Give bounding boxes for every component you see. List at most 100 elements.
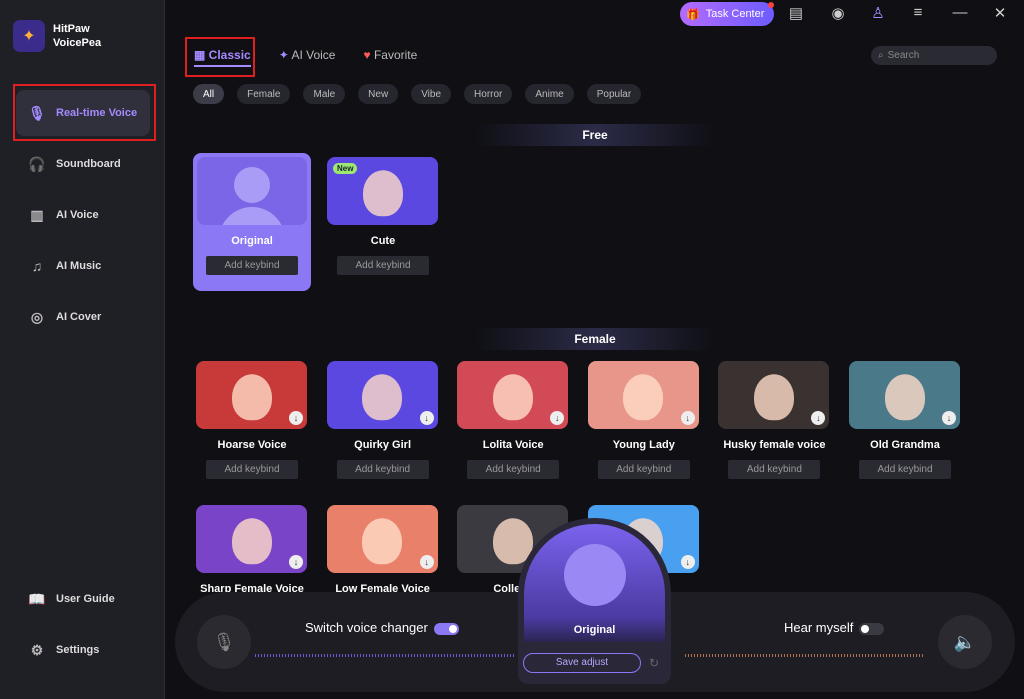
voice-card-cute[interactable]: New Cute Add keybind bbox=[327, 157, 439, 275]
guide-icon[interactable]: ▤ bbox=[786, 4, 806, 22]
mic-button[interactable]: 🎙 bbox=[197, 615, 251, 669]
speaker-button[interactable]: 🔈 bbox=[938, 615, 992, 669]
tab-label: AI Voice bbox=[291, 48, 336, 62]
app-name-2: VoicePea bbox=[53, 37, 102, 49]
add-keybind-button[interactable]: Add keybind bbox=[206, 256, 298, 275]
voice-thumb: ↓ bbox=[849, 361, 960, 429]
voice-card[interactable]: ↓ Young Lady Add keybind bbox=[587, 361, 700, 479]
voice-card[interactable]: ↓ Lolita Voice Add keybind bbox=[457, 361, 569, 479]
discord-icon[interactable]: ◉ bbox=[828, 4, 848, 22]
search-input[interactable]: ⌕ Search bbox=[871, 46, 997, 65]
download-icon[interactable]: ↓ bbox=[419, 555, 434, 569]
sidebar-item-ai-cover[interactable]: ◎ AI Cover bbox=[16, 294, 150, 340]
tab-favorite[interactable]: ♥ Favorite bbox=[363, 48, 417, 67]
switch-voice-changer: Switch voice changer bbox=[305, 620, 459, 635]
filter-chip[interactable]: Vibe bbox=[411, 84, 452, 104]
voice-card-original[interactable]: Original Add keybind bbox=[193, 153, 311, 291]
sidebar-item-ai-music[interactable]: ♫ AI Music bbox=[16, 243, 150, 289]
voice-card[interactable]: ↓ Husky female voice Add keybind bbox=[718, 361, 830, 479]
highlight-box bbox=[185, 37, 255, 77]
app-name: HitPaw bbox=[53, 23, 90, 35]
search-placeholder: Search bbox=[887, 50, 920, 61]
section-female: Female bbox=[475, 328, 715, 350]
filter-chip[interactable]: Female bbox=[237, 84, 291, 104]
download-icon[interactable]: ↓ bbox=[419, 411, 434, 425]
voice-name: Young Lady bbox=[612, 439, 675, 451]
reset-icon[interactable]: ↻ bbox=[649, 656, 659, 670]
menu-icon[interactable]: ≡ bbox=[908, 4, 928, 21]
voice-name: Original bbox=[231, 235, 273, 247]
add-keybind-button[interactable]: Add keybind bbox=[859, 460, 951, 479]
task-center-button[interactable]: 🎁 Task Center bbox=[680, 2, 774, 26]
sidebar-item-settings[interactable]: ⚙ Settings bbox=[16, 627, 150, 673]
highlight-box bbox=[13, 84, 156, 141]
add-keybind-button[interactable]: Add keybind bbox=[597, 460, 690, 479]
voice-name: Hoarse Voice bbox=[217, 439, 287, 451]
current-voice-panel: Original Save adjust ↻ bbox=[518, 518, 671, 684]
filter-chip[interactable]: Male bbox=[303, 84, 346, 104]
voice-name: Quirky Girl bbox=[354, 439, 412, 451]
download-icon[interactable]: ↓ bbox=[942, 411, 956, 425]
hear-label: Hear myself bbox=[784, 620, 854, 635]
add-keybind-button[interactable]: Add keybind bbox=[337, 256, 429, 275]
filter-chip[interactable]: Popular bbox=[586, 84, 642, 104]
download-icon[interactable]: ↓ bbox=[289, 411, 303, 425]
download-icon[interactable]: ↓ bbox=[550, 411, 565, 425]
ai-voice-icon: ▥ bbox=[30, 206, 44, 223]
headphones-icon: 🎧 bbox=[28, 155, 46, 172]
voice-card[interactable]: ↓ Hoarse Voice Add keybind bbox=[196, 361, 308, 479]
voice-name: Old Grandma bbox=[870, 439, 940, 451]
tab-label: Favorite bbox=[373, 48, 418, 62]
label: User Guide bbox=[56, 593, 115, 605]
minimize-icon[interactable]: — bbox=[950, 4, 970, 21]
download-icon[interactable]: ↓ bbox=[680, 411, 695, 425]
add-keybind-button[interactable]: Add keybind bbox=[728, 460, 821, 479]
sidebar-item-user-guide[interactable]: 📖 User Guide bbox=[16, 576, 150, 622]
voice-thumb: ↓ bbox=[326, 505, 438, 573]
add-keybind-button[interactable]: Add keybind bbox=[336, 460, 429, 479]
voice-thumb: ↓ bbox=[326, 361, 438, 429]
save-adjust-button[interactable]: Save adjust bbox=[523, 653, 641, 673]
label: Soundboard bbox=[56, 158, 121, 170]
current-voice-name: Original bbox=[573, 624, 616, 636]
app-logo: ✦ HitPaw VoicePea bbox=[13, 20, 101, 52]
label: AI Music bbox=[56, 260, 102, 272]
close-icon[interactable]: ✕ bbox=[990, 4, 1010, 22]
voice-thumb: ↓ bbox=[587, 361, 699, 429]
notification-dot bbox=[768, 2, 774, 8]
user-icon[interactable]: ♙ bbox=[868, 4, 888, 22]
voice-thumb: ↓ bbox=[196, 505, 307, 573]
voice-name: Husky female voice bbox=[723, 439, 826, 451]
gear-icon: ⚙ bbox=[30, 641, 44, 658]
voice-thumb: ↓ bbox=[196, 361, 307, 429]
voice-card[interactable]: ↓ Old Grandma Add keybind bbox=[849, 361, 961, 479]
original-thumb bbox=[197, 157, 307, 225]
cute-thumb: New bbox=[327, 157, 438, 225]
switch-voice-changer-toggle[interactable] bbox=[433, 622, 459, 635]
download-icon[interactable]: ↓ bbox=[811, 411, 826, 425]
disc-icon: ◎ bbox=[30, 308, 44, 325]
download-icon[interactable]: ↓ bbox=[289, 555, 303, 569]
heart-icon: ♥ bbox=[363, 48, 371, 62]
voice-thumb: ↓ bbox=[718, 361, 830, 429]
music-icon: ♫ bbox=[31, 258, 43, 274]
tab-ai-voice[interactable]: ✦ AI Voice bbox=[279, 48, 336, 67]
switch-label: Switch voice changer bbox=[305, 620, 428, 635]
filter-chip[interactable]: Horror bbox=[464, 84, 513, 104]
download-icon[interactable]: ↓ bbox=[680, 555, 695, 569]
add-keybind-button[interactable]: Add keybind bbox=[206, 460, 298, 479]
voice-name: Lolita Voice bbox=[482, 439, 544, 451]
input-waveform bbox=[255, 654, 515, 657]
sparkle-icon: ✦ bbox=[278, 48, 289, 62]
label: AI Cover bbox=[56, 311, 102, 323]
voice-card[interactable]: ↓ Quirky Girl Add keybind bbox=[326, 361, 439, 479]
search-icon: ⌕ bbox=[878, 50, 884, 61]
section-free: Free bbox=[475, 124, 715, 146]
sidebar-item-soundboard[interactable]: 🎧 Soundboard bbox=[16, 141, 150, 187]
sidebar-item-ai-voice[interactable]: ▥ AI Voice bbox=[16, 192, 150, 238]
hear-myself-toggle[interactable] bbox=[859, 622, 885, 635]
add-keybind-button[interactable]: Add keybind bbox=[467, 460, 560, 479]
filter-chip[interactable]: New bbox=[358, 84, 399, 104]
filter-chip[interactable]: Anime bbox=[525, 84, 574, 104]
filter-chip[interactable]: All bbox=[193, 84, 225, 104]
